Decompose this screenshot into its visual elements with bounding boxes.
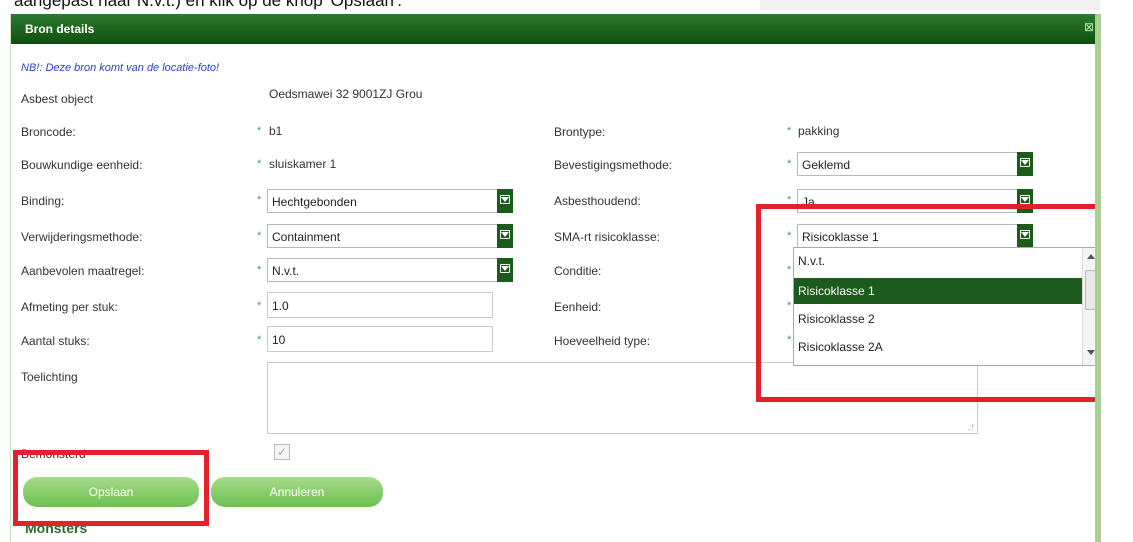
cancel-button[interactable]: Annuleren	[211, 477, 383, 507]
binding-value: Hechtgebonden	[272, 195, 357, 209]
verwijderingsmethode-value: Containment	[272, 230, 341, 244]
aanbevolen-maatregel-value: N.v.t.	[272, 264, 300, 278]
sma-rt-label: SMA-rt risicoklasse:	[554, 230, 661, 244]
broncode-value: b1	[269, 124, 283, 138]
chevron-down-icon[interactable]	[1017, 152, 1033, 176]
background-strip	[760, 0, 1100, 10]
dialog-titlebar: Bron details ⊠	[11, 14, 1096, 44]
bevestigingsmethode-label: Bevestigingsmethode:	[554, 158, 673, 172]
bron-details-dialog: Bron details ⊠ NB!: Deze bron komt van d…	[10, 14, 1101, 542]
close-icon[interactable]: ⊠	[1084, 20, 1094, 34]
asbesthoudend-label: Asbesthoudend:	[554, 194, 641, 208]
afmeting-per-stuk-label: Afmeting per stuk:	[21, 300, 118, 314]
asbest-object-label: Asbest object	[21, 92, 94, 106]
aantal-stuks-value: 10	[272, 333, 286, 347]
dialog-title: Bron details	[25, 22, 95, 36]
location-photo-note: NB!: Deze bron komt van de locatie-foto!	[21, 62, 220, 74]
required-marker: *	[257, 334, 262, 346]
chevron-down-icon[interactable]	[497, 258, 513, 282]
asbest-object-value: Oedsmawei 32 9001ZJ Grou	[269, 87, 423, 101]
required-marker: *	[257, 125, 262, 137]
eenheid-label: Eenheid:	[554, 300, 602, 314]
binding-label: Binding:	[21, 194, 65, 208]
background-frame	[1095, 14, 1101, 542]
document-caption: aangepast naar N.v.t.) en klik op de kno…	[14, 0, 402, 10]
required-marker: *	[257, 194, 262, 206]
aanbevolen-maatregel-label: Aanbevolen maatregel:	[21, 264, 145, 278]
resize-grip-icon[interactable]: .:!	[967, 423, 974, 432]
highlight-box-save	[13, 450, 209, 526]
brontype-label: Brontype:	[554, 125, 606, 139]
required-marker: *	[787, 125, 792, 137]
aanbevolen-maatregel-select[interactable]: N.v.t.	[267, 258, 513, 282]
hoeveelheid-type-label: Hoeveelheid type:	[554, 334, 651, 348]
required-marker: *	[787, 158, 792, 170]
afmeting-per-stuk-input[interactable]: 1.0	[267, 292, 493, 318]
brontype-value: pakking	[798, 124, 840, 138]
bouwkundige-eenheid-label: Bouwkundige eenheid:	[21, 158, 143, 172]
verwijderingsmethode-select[interactable]: Containment	[267, 224, 513, 248]
binding-select[interactable]: Hechtgebonden	[267, 189, 513, 213]
bouwkundige-eenheid-value: sluiskamer 1	[269, 157, 337, 171]
aantal-stuks-input[interactable]: 10	[267, 326, 493, 352]
aantal-stuks-label: Aantal stuks:	[21, 334, 90, 348]
required-marker: *	[257, 230, 262, 242]
afmeting-per-stuk-value: 1.0	[272, 299, 289, 313]
highlight-box-dropdown	[756, 204, 1101, 402]
toelichting-label: Toelichting	[21, 370, 78, 384]
bevestigingsmethode-value: Geklemd	[802, 158, 851, 172]
conditie-label: Conditie:	[554, 264, 602, 278]
chevron-down-icon[interactable]	[497, 189, 513, 213]
broncode-label: Broncode:	[21, 125, 76, 139]
required-marker: *	[257, 300, 262, 312]
required-marker: *	[257, 264, 262, 276]
bemonsterd-checkbox[interactable]: ✓	[274, 444, 290, 460]
bevestigingsmethode-select[interactable]: Geklemd	[797, 152, 1033, 176]
verwijderingsmethode-label: Verwijderingsmethode:	[21, 230, 143, 244]
chevron-down-icon[interactable]	[497, 224, 513, 248]
required-marker: *	[257, 158, 262, 170]
